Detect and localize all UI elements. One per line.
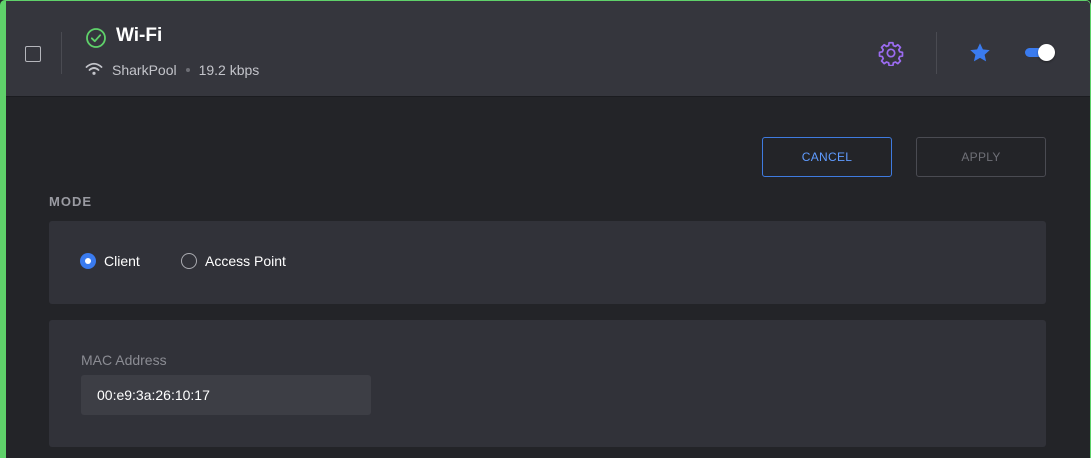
mac-address-field[interactable] bbox=[81, 375, 371, 415]
header-divider bbox=[936, 32, 937, 74]
star-icon[interactable] bbox=[968, 41, 992, 65]
apply-button[interactable]: APPLY bbox=[916, 137, 1046, 177]
enable-toggle[interactable] bbox=[1025, 44, 1055, 61]
network-name: SharkPool bbox=[112, 62, 177, 78]
radio-access-point[interactable]: Access Point bbox=[181, 253, 286, 269]
wifi-interface-card: Wi-Fi SharkPool 19.2 kbps CANCEL APPLY M… bbox=[0, 0, 1091, 458]
toggle-knob bbox=[1038, 44, 1055, 61]
cancel-button[interactable]: CANCEL bbox=[762, 137, 892, 177]
card-header: Wi-Fi SharkPool 19.2 kbps bbox=[6, 1, 1090, 97]
interface-title: Wi-Fi bbox=[116, 25, 163, 46]
select-checkbox[interactable] bbox=[25, 46, 41, 62]
radio-client[interactable]: Client bbox=[80, 253, 140, 269]
radio-label: Access Point bbox=[205, 253, 286, 269]
check-circle-icon bbox=[86, 28, 106, 48]
mode-panel: Client Access Point bbox=[49, 221, 1046, 304]
connection-info: SharkPool 19.2 kbps bbox=[112, 62, 259, 78]
link-speed: 19.2 kbps bbox=[198, 62, 260, 78]
separator-dot bbox=[185, 68, 190, 72]
wifi-icon bbox=[85, 62, 103, 75]
gear-icon[interactable] bbox=[878, 40, 904, 66]
radio-selected-indicator bbox=[80, 253, 96, 269]
mac-address-panel: MAC Address bbox=[49, 320, 1046, 447]
radio-label: Client bbox=[104, 253, 140, 269]
mac-address-label: MAC Address bbox=[81, 352, 167, 368]
header-divider bbox=[61, 32, 62, 74]
mode-section-label: MODE bbox=[49, 194, 92, 209]
radio-unselected-indicator bbox=[181, 253, 197, 269]
